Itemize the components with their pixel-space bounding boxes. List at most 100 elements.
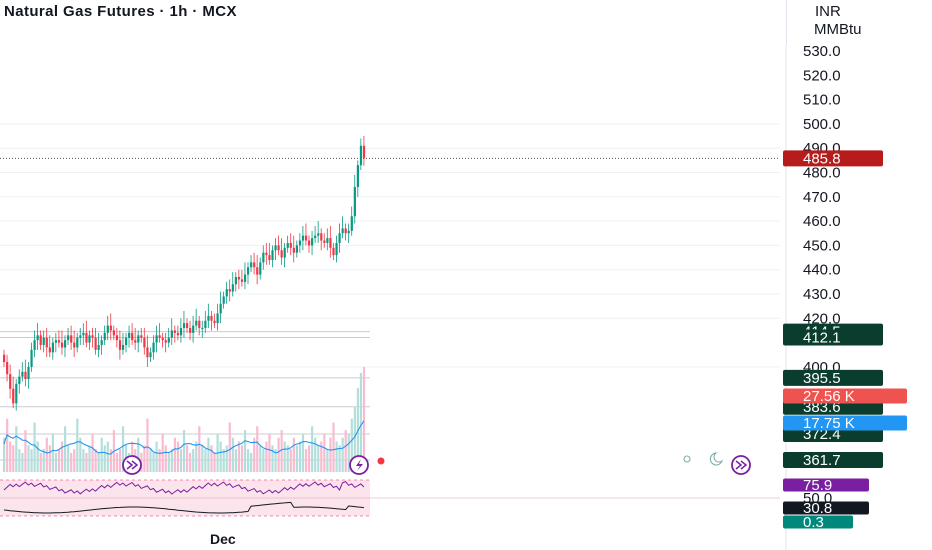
candle-body: [128, 332, 131, 338]
candle-body: [42, 337, 45, 346]
candle-body: [335, 242, 338, 256]
candle-body: [82, 332, 85, 336]
extra-value-label: 0.3: [803, 514, 824, 531]
candle-body: [176, 332, 180, 336]
volume-bar: [247, 449, 250, 472]
volume-bar: [186, 445, 189, 472]
candle-body: [24, 371, 27, 380]
candle-body: [338, 233, 341, 243]
candle-body: [268, 255, 271, 260]
candle-body: [274, 245, 277, 251]
candle-body: [121, 345, 125, 350]
volume-bar: [234, 449, 237, 472]
volume-bar: [70, 452, 73, 472]
volume-bar: [277, 437, 280, 472]
candle-body: [323, 240, 326, 243]
candle-body: [73, 342, 76, 348]
candle-body: [70, 335, 73, 343]
volume-bar: [222, 449, 225, 472]
volume-bar: [48, 445, 51, 472]
volume-bar: [179, 449, 183, 472]
volume-bar: [51, 433, 54, 472]
candle-body: [131, 332, 134, 341]
candle-body: [30, 349, 33, 367]
candle-body: [88, 335, 91, 343]
volume-bar: [100, 437, 103, 472]
volume-bar: [256, 426, 259, 472]
candle-body: [332, 247, 335, 256]
volume-bar: [323, 433, 326, 472]
candle-body: [353, 187, 356, 217]
volume-bar: [231, 437, 234, 472]
candle-body: [173, 330, 176, 333]
candle-body: [146, 347, 149, 358]
candle-body: [271, 250, 274, 260]
candle-body: [204, 320, 207, 329]
candle-body: [301, 235, 305, 241]
volume-bar: [27, 445, 30, 472]
unit-selector[interactable]: INR MMBtu: [786, 0, 932, 44]
price-tick-label: 430.0: [803, 286, 841, 303]
candle-body: [213, 320, 216, 324]
candle-body: [3, 354, 6, 363]
volume-bar: [311, 426, 314, 472]
candle-body: [262, 252, 265, 263]
candle-body: [106, 325, 109, 333]
volume-bar: [94, 449, 97, 472]
volume-bar: [301, 433, 305, 472]
volume-bar: [6, 418, 9, 472]
volume-bar: [103, 445, 106, 472]
volume-label: 27.56 K: [803, 388, 855, 405]
candle-body: [222, 296, 225, 304]
volume-bar: [155, 441, 158, 472]
candle-body: [311, 238, 314, 246]
volume-bar: [192, 449, 195, 472]
volume-bar: [82, 449, 85, 472]
candle-body: [231, 284, 234, 292]
candle-body: [64, 340, 67, 348]
candle-body: [179, 328, 183, 336]
candle-body: [256, 267, 259, 275]
candle-body: [15, 383, 18, 404]
candle-body: [118, 340, 122, 350]
volume-bar: [57, 449, 61, 472]
candle-body: [186, 323, 189, 329]
candle-body: [161, 337, 164, 341]
candle-body: [298, 240, 302, 246]
candle-body: [247, 267, 250, 275]
volume-bar: [64, 426, 67, 472]
candle-body: [112, 330, 115, 336]
candle-body: [201, 328, 204, 330]
price-tick-label: 520.0: [803, 67, 841, 84]
candle-body: [91, 335, 94, 338]
candle-body: [250, 262, 253, 268]
price-tick-label: 450.0: [803, 237, 841, 254]
price-tick-label: 500.0: [803, 116, 841, 133]
chart-canvas[interactable]: 530.0520.0510.0500.0490.0480.0470.0460.0…: [0, 0, 932, 550]
volume-bar: [237, 441, 241, 472]
candle-body: [167, 337, 170, 343]
candle-body: [189, 328, 192, 333]
volume-bar: [54, 452, 58, 472]
volume-bar: [91, 433, 94, 472]
volume-bar: [326, 449, 329, 472]
candle-body: [326, 238, 329, 243]
candle-body: [115, 335, 119, 341]
candle-body: [36, 335, 39, 341]
candle-body: [164, 340, 167, 343]
candle-body: [137, 335, 140, 343]
moon-icon[interactable]: [709, 452, 724, 466]
candle-body: [18, 376, 21, 384]
sun-icon[interactable]: [683, 455, 691, 463]
candle-body: [192, 325, 195, 333]
volume-bar: [67, 445, 70, 472]
candle-body: [219, 303, 222, 314]
candle-body: [295, 245, 298, 253]
candle-body: [320, 233, 323, 241]
volume-bar: [115, 452, 119, 472]
volume-bar: [298, 441, 302, 472]
volume-bar: [210, 445, 213, 472]
candle-body: [134, 340, 137, 343]
unit-label: MMBtu: [814, 21, 862, 38]
volume-bar: [173, 437, 176, 472]
